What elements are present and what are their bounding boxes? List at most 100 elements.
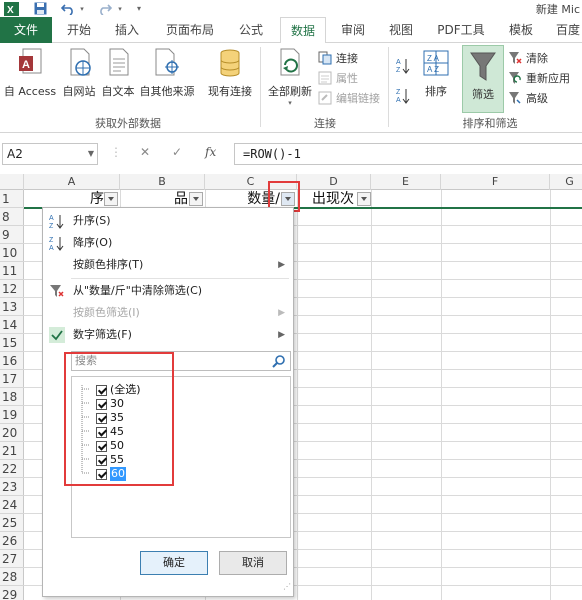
undo-dropdown-icon[interactable]: ▾ <box>78 1 86 16</box>
row-header[interactable]: 1 <box>0 190 24 208</box>
column-header-d[interactable]: D <box>297 174 371 190</box>
properties-label: 属性 <box>336 72 358 85</box>
save-icon[interactable] <box>32 1 48 16</box>
tab-templates[interactable]: 模板 <box>500 17 542 43</box>
tab-baidu[interactable]: 百度 <box>548 17 582 43</box>
row-header[interactable]: 26 <box>0 532 24 550</box>
row-header[interactable]: 24 <box>0 496 24 514</box>
refresh-dropdown-icon[interactable]: ▾ <box>264 99 316 107</box>
filter-button[interactable]: 筛选 <box>462 45 504 113</box>
column-header-e[interactable]: E <box>371 174 441 190</box>
from-web-button[interactable]: 自网站 <box>60 47 98 99</box>
search-icon[interactable] <box>272 354 286 368</box>
tab-pdf-tools[interactable]: PDF工具 <box>428 17 494 43</box>
from-other-sources-button[interactable]: 自其他来源 <box>138 47 196 99</box>
filter-dropdown-b-button[interactable] <box>189 192 203 206</box>
row-header[interactable]: 8 <box>0 208 24 226</box>
insert-function-icon[interactable]: fx <box>205 145 216 159</box>
sort-ascending-item[interactable]: AZ 升序(S) <box>43 210 293 232</box>
clear-filter-item[interactable]: 从"数量/斤"中清除筛选(C) <box>43 280 293 302</box>
checkmark-icon <box>49 327 65 343</box>
properties-button[interactable]: 属性 <box>318 69 358 87</box>
name-box[interactable]: A2 ▼ <box>2 143 98 165</box>
sort-label: 排序 <box>425 85 447 98</box>
row-header[interactable]: 10 <box>0 244 24 262</box>
row-header[interactable]: 19 <box>0 406 24 424</box>
header-cell-b[interactable]: 品 <box>150 190 188 208</box>
redo-icon[interactable] <box>97 1 113 16</box>
row-header[interactable]: 9 <box>0 226 24 244</box>
row-header[interactable]: 27 <box>0 550 24 568</box>
tab-page-layout[interactable]: 页面布局 <box>156 17 224 43</box>
undo-icon[interactable] <box>60 1 76 16</box>
row-header[interactable]: 11 <box>0 262 24 280</box>
sort-button[interactable]: Z A A Z 排序 <box>418 47 454 99</box>
advanced-button[interactable]: 高级 <box>508 89 548 107</box>
column-header-g[interactable]: G <box>550 174 582 190</box>
header-cell-a[interactable]: 序 <box>60 190 104 208</box>
get-external-data-group-label: 获取外部数据 <box>95 117 161 130</box>
row-header[interactable]: 23 <box>0 478 24 496</box>
enter-icon[interactable]: ✓ <box>172 145 182 159</box>
sort-ascending-button[interactable]: AZ <box>396 55 410 74</box>
row-header[interactable]: 21 <box>0 442 24 460</box>
row-header[interactable]: 17 <box>0 370 24 388</box>
existing-connections-button[interactable]: 现有连接 <box>204 47 256 99</box>
sort-descending-icon: ZA <box>49 235 65 252</box>
grid-line <box>550 190 551 600</box>
reapply-button[interactable]: 重新应用 <box>508 69 570 87</box>
row-header[interactable]: 25 <box>0 514 24 532</box>
ok-button[interactable]: 确定 <box>140 551 208 575</box>
resize-grip-icon[interactable]: ⋰ <box>283 582 291 591</box>
refresh-all-button[interactable]: 全部刷新 ▾ <box>264 47 316 107</box>
connections-button[interactable]: 连接 <box>318 49 358 67</box>
name-box-dropdown-icon[interactable]: ▼ <box>88 144 94 164</box>
sort-descending-item[interactable]: ZA 降序(O) <box>43 232 293 254</box>
tab-home[interactable]: 开始 <box>58 17 100 43</box>
customize-toolbar-icon[interactable]: ▾ <box>134 1 144 16</box>
edit-links-button[interactable]: 编辑链接 <box>318 89 380 107</box>
title-bar: X ▾ ▾ ▾ 新建 Mic <box>0 0 582 17</box>
row-header[interactable]: 13 <box>0 298 24 316</box>
column-header-f[interactable]: F <box>441 174 550 190</box>
row-header[interactable]: 14 <box>0 316 24 334</box>
column-header-a[interactable]: A <box>24 174 120 190</box>
access-icon: A <box>15 47 45 81</box>
redo-dropdown-icon[interactable]: ▾ <box>116 1 124 16</box>
tab-file[interactable]: 文件 <box>0 17 52 43</box>
clear-button[interactable]: 清除 <box>508 49 548 67</box>
cancel-icon[interactable]: ✕ <box>140 145 150 159</box>
row-header[interactable]: 29 <box>0 586 24 600</box>
row-header[interactable]: 28 <box>0 568 24 586</box>
sort-by-color-item[interactable]: 按颜色排序(T) ▶ <box>43 254 293 276</box>
row-header[interactable]: 12 <box>0 280 24 298</box>
row-header[interactable]: 16 <box>0 352 24 370</box>
from-text-button[interactable]: 自文本 <box>100 47 136 99</box>
row-header[interactable]: 22 <box>0 460 24 478</box>
tab-data[interactable]: 数据 <box>280 17 326 44</box>
header-cell-d[interactable]: 出现次 <box>300 190 356 208</box>
tab-review[interactable]: 审阅 <box>332 17 374 43</box>
tab-formulas[interactable]: 公式 <box>230 17 272 43</box>
tab-view[interactable]: 视图 <box>380 17 422 43</box>
formula-input[interactable]: =ROW()-1 <box>234 143 582 165</box>
filter-by-color-item[interactable]: 按颜色筛选(I) ▶ <box>43 302 293 324</box>
excel-logo-icon: X <box>3 1 19 16</box>
filter-dropdown-a-button[interactable] <box>104 192 118 206</box>
from-access-button[interactable]: A 自 Access <box>2 47 58 99</box>
tab-insert[interactable]: 插入 <box>106 17 148 43</box>
text-file-icon <box>103 47 133 81</box>
filter-funnel-icon <box>468 50 498 84</box>
cancel-button[interactable]: 取消 <box>219 551 287 575</box>
row-header[interactable]: 15 <box>0 334 24 352</box>
row-header[interactable]: 18 <box>0 388 24 406</box>
column-header-b[interactable]: B <box>120 174 205 190</box>
sort-grid-icon: Z A A Z <box>421 47 451 81</box>
select-all-corner[interactable] <box>0 174 24 190</box>
filter-dropdown-d-button[interactable] <box>357 192 371 206</box>
properties-icon <box>318 71 332 85</box>
window-title: 新建 Mic <box>535 3 580 16</box>
sort-descending-button[interactable]: ZA <box>396 85 410 104</box>
number-filters-item[interactable]: 数字筛选(F) ▶ <box>43 324 293 346</box>
row-header[interactable]: 20 <box>0 424 24 442</box>
